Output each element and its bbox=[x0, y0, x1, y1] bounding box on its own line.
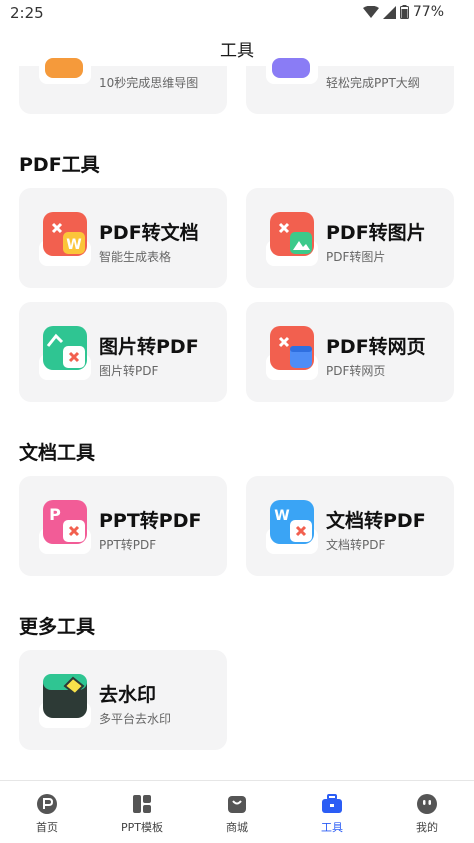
card-title: PDF转网页 bbox=[326, 336, 426, 358]
card-title: PPT转PDF bbox=[99, 510, 202, 532]
remove-watermark-card[interactable]: 去水印 多平台去水印 bbox=[19, 650, 227, 750]
pdf-to-word-card[interactable]: W PDF转文档 智能生成表格 bbox=[19, 188, 227, 288]
tab-home[interactable]: 首页 bbox=[7, 793, 87, 835]
signal-icon bbox=[382, 5, 396, 19]
image-to-pdf-card[interactable]: 图片转PDF 图片转PDF bbox=[19, 302, 227, 402]
card-subtitle: PDF转网页 bbox=[326, 364, 386, 378]
pdf-to-image-icon bbox=[266, 212, 318, 266]
shop-icon bbox=[228, 796, 246, 813]
ppt-to-pdf-card[interactable]: P PPT转PDF PPT转PDF bbox=[19, 476, 227, 576]
profile-icon bbox=[417, 794, 437, 814]
tab-profile[interactable]: 我的 bbox=[387, 793, 467, 835]
card-title: 文档转PDF bbox=[326, 510, 426, 532]
mindmap-icon bbox=[39, 58, 91, 84]
mindmap-tool-card[interactable]: 10秒完成思维导图 bbox=[19, 58, 227, 114]
tab-ppt-templates[interactable]: PPT模板 bbox=[102, 793, 182, 835]
svg-text:W: W bbox=[66, 237, 81, 253]
ppt-to-pdf-icon: P bbox=[39, 500, 91, 554]
pdf-to-web-card[interactable]: PDF转网页 PDF转网页 bbox=[246, 302, 454, 402]
word-to-pdf-icon: W bbox=[266, 500, 318, 554]
card-title: 图片转PDF bbox=[99, 336, 199, 358]
remove-watermark-icon bbox=[39, 674, 91, 728]
card-subtitle: 多平台去水印 bbox=[99, 712, 172, 726]
tab-label: 工具 bbox=[321, 821, 343, 834]
card-title: PDF转文档 bbox=[99, 222, 199, 244]
tab-label: 我的 bbox=[416, 821, 438, 834]
outline-tool-card[interactable]: 轻松完成PPT大纲 bbox=[246, 58, 454, 114]
toolbox-icon bbox=[322, 794, 342, 813]
tab-shop[interactable]: 商城 bbox=[197, 793, 277, 835]
section-title-pdf: PDF工具 bbox=[19, 154, 100, 176]
card-subtitle: PPT转PDF bbox=[99, 538, 157, 552]
svg-text:P: P bbox=[49, 505, 61, 524]
status-time: 2:25 bbox=[10, 4, 44, 22]
home-icon bbox=[37, 794, 57, 814]
outline-icon bbox=[266, 58, 318, 84]
pdf-to-web-icon bbox=[266, 326, 318, 380]
section-title-more: 更多工具 bbox=[19, 616, 96, 638]
card-subtitle: 图片转PDF bbox=[99, 364, 159, 378]
word-to-pdf-card[interactable]: W 文档转PDF 文档转PDF bbox=[246, 476, 454, 576]
card-subtitle: PDF转图片 bbox=[326, 250, 386, 264]
card-title: PDF转图片 bbox=[326, 222, 426, 244]
tab-tools[interactable]: 工具 bbox=[292, 793, 372, 835]
tab-label: PPT模板 bbox=[121, 821, 163, 834]
battery-icon bbox=[399, 5, 409, 19]
pdf-to-word-icon: W bbox=[39, 212, 91, 266]
pdf-to-image-card[interactable]: PDF转图片 PDF转图片 bbox=[246, 188, 454, 288]
status-bar: 2:25 77% bbox=[0, 0, 474, 26]
section-title-docs: 文档工具 bbox=[19, 442, 96, 464]
bottom-tab-bar: 首页 PPT模板 商城 工具 我的 bbox=[0, 780, 474, 843]
svg-text:W: W bbox=[274, 508, 289, 524]
image-to-pdf-icon bbox=[39, 326, 91, 380]
card-title: 去水印 bbox=[99, 684, 157, 706]
card-subtitle: 轻松完成PPT大纲 bbox=[326, 76, 420, 90]
battery-percent: 77% bbox=[412, 4, 444, 20]
tab-label: 商城 bbox=[226, 821, 248, 834]
status-icons: 77% bbox=[362, 4, 444, 20]
tab-label: 首页 bbox=[36, 821, 58, 834]
card-subtitle: 10秒完成思维导图 bbox=[99, 76, 199, 90]
card-subtitle: 文档转PDF bbox=[326, 538, 386, 552]
template-icon bbox=[133, 795, 151, 813]
wifi-icon bbox=[362, 5, 379, 18]
card-subtitle: 智能生成表格 bbox=[99, 250, 172, 264]
